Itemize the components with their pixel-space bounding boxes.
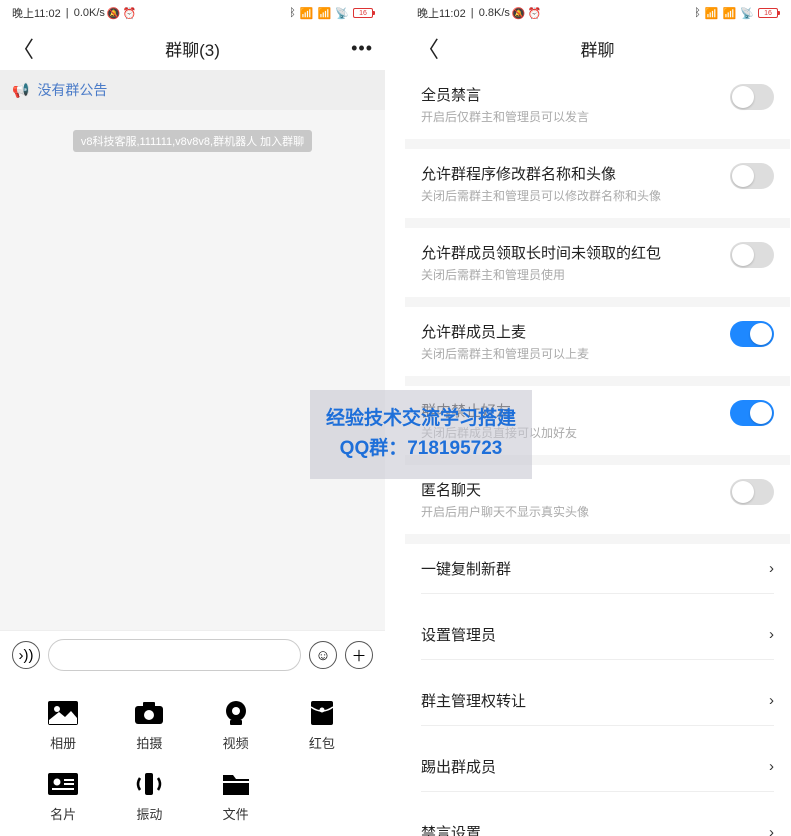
battery-icon: 16 <box>758 8 778 18</box>
bluetooth-icon: ᛒ <box>694 7 701 19</box>
setting-title: 匿名聊天 <box>421 479 730 500</box>
attach-label: 视频 <box>223 733 249 752</box>
battery-icon: 16 <box>353 8 373 18</box>
nav-title: 群聊 <box>581 36 615 61</box>
nav-bar: 〈 群聊 <box>405 26 790 70</box>
attach-label: 红包 <box>309 733 335 752</box>
setting-sub: 开启后仅群主和管理员可以发言 <box>421 108 730 125</box>
setting-title: 设置管理员 <box>421 624 496 645</box>
emoji-button[interactable]: ☺ <box>309 641 337 669</box>
action-row[interactable]: 群主管理权转让 › <box>405 676 790 725</box>
setting-title: 允许群成员上麦 <box>421 321 730 342</box>
setting-title: 全员禁言 <box>421 84 730 105</box>
input-area: ›)) ☺ ＋ <box>0 630 385 679</box>
attach-label: 振动 <box>136 804 162 823</box>
setting-sub: 关闭后需群主和管理员可以修改群名称和头像 <box>421 187 730 204</box>
chat-body: v8科技客服,111111,v8v8v8,群机器人 加入群聊 <box>0 110 385 630</box>
mute-icon: 🔕 <box>512 7 526 20</box>
bluetooth-icon: ᛒ <box>289 7 296 19</box>
vibrate-icon <box>131 768 167 800</box>
attach-label: 文件 <box>223 804 249 823</box>
chevron-right-icon: › <box>769 758 774 775</box>
plus-button[interactable]: ＋ <box>345 641 373 669</box>
attach-label: 相册 <box>50 733 76 752</box>
setting-sub: 关闭后需群主和管理员使用 <box>421 266 730 283</box>
action-row[interactable]: 踢出群成员 › <box>405 742 790 791</box>
announcement-bar[interactable]: 📢 没有群公告 <box>0 70 385 110</box>
setting-title: 踢出群成员 <box>421 756 496 777</box>
mute-icon: 🔕 <box>107 7 121 20</box>
speed-text: 0.8K/s <box>479 7 510 19</box>
setting-title: 群主管理权转让 <box>421 690 526 711</box>
attach-image[interactable]: 相册 <box>20 689 106 760</box>
action-row[interactable]: 禁言设置 › <box>405 808 790 836</box>
more-icon[interactable]: ••• <box>351 38 373 59</box>
chevron-right-icon: › <box>769 824 774 836</box>
attach-label: 名片 <box>50 804 76 823</box>
toggle-row: 全员禁言开启后仅群主和管理员可以发言 <box>405 70 790 139</box>
message-input[interactable] <box>48 639 301 671</box>
toggle-row: 允许群成员上麦关闭后需群主和管理员可以上麦 <box>405 307 790 376</box>
time-text: 晚上11:02 <box>12 5 61 21</box>
speed-text: 0.0K/s <box>74 7 105 19</box>
attach-redpacket[interactable]: 红包 <box>279 689 365 760</box>
file-icon <box>218 768 254 800</box>
status-bar: 晚上11:02 | 0.8K/s 🔕 ⏰ ᛒ 📶 📶 📡 16 <box>405 0 790 26</box>
camera-icon <box>131 697 167 729</box>
watermark-line1: 经验技术交流学习搭建 <box>326 404 516 434</box>
back-icon[interactable]: 〈 <box>417 32 439 64</box>
alarm-icon: ⏰ <box>123 7 137 20</box>
attach-label: 拍摄 <box>136 733 162 752</box>
chevron-right-icon: › <box>769 626 774 643</box>
setting-title: 允许群成员领取长时间未领取的红包 <box>421 242 730 263</box>
signal2-icon: 📶 <box>723 7 737 20</box>
toggle-row: 允许群程序修改群名称和头像关闭后需群主和管理员可以修改群名称和头像 <box>405 149 790 218</box>
wifi-icon: 📡 <box>335 7 349 20</box>
back-icon[interactable]: 〈 <box>12 32 34 64</box>
redpacket-icon <box>304 697 340 729</box>
alarm-icon: ⏰ <box>528 7 542 20</box>
announcement-text: 没有群公告 <box>37 80 107 100</box>
setting-title: 一键复制新群 <box>421 558 511 579</box>
attach-video[interactable]: 视频 <box>193 689 279 760</box>
attach-card[interactable]: 名片 <box>20 760 106 831</box>
signal2-icon: 📶 <box>318 7 332 20</box>
wifi-icon: 📡 <box>740 7 754 20</box>
horn-icon: 📢 <box>12 82 29 99</box>
watermark-line2: QQ群：718195723 <box>326 434 516 464</box>
image-icon <box>45 697 81 729</box>
toggle-switch[interactable] <box>730 321 774 347</box>
attachment-grid: 相册 拍摄 视频 红包名片 振动 文件 <box>0 679 385 836</box>
nav-bar: 〈 群聊(3) ••• <box>0 26 385 70</box>
setting-sub: 开启后用户聊天不显示真实头像 <box>421 503 730 520</box>
system-message: v8科技客服,111111,v8v8v8,群机器人 加入群聊 <box>73 130 312 152</box>
voice-button[interactable]: ›)) <box>12 641 40 669</box>
chevron-right-icon: › <box>769 692 774 709</box>
signal-icon: 📶 <box>705 7 719 20</box>
attach-vibrate[interactable]: 振动 <box>106 760 192 831</box>
toggle-switch[interactable] <box>730 479 774 505</box>
time-text: 晚上11:02 <box>417 5 466 21</box>
setting-sub: 关闭后需群主和管理员可以上麦 <box>421 345 730 362</box>
signal-icon: 📶 <box>300 7 314 20</box>
watermark: 经验技术交流学习搭建 QQ群：718195723 <box>310 390 532 479</box>
status-bar: 晚上11:02 | 0.0K/s 🔕 ⏰ ᛒ 📶 📶 📡 16 <box>0 0 385 26</box>
attach-camera[interactable]: 拍摄 <box>106 689 192 760</box>
nav-title: 群聊(3) <box>165 36 220 61</box>
action-row[interactable]: 一键复制新群 › <box>405 544 790 593</box>
action-row[interactable]: 设置管理员 › <box>405 610 790 659</box>
toggle-switch[interactable] <box>730 400 774 426</box>
toggle-switch[interactable] <box>730 84 774 110</box>
setting-title: 允许群程序修改群名称和头像 <box>421 163 730 184</box>
setting-title: 禁言设置 <box>421 822 481 836</box>
attach-file[interactable]: 文件 <box>193 760 279 831</box>
chevron-right-icon: › <box>769 560 774 577</box>
card-icon <box>45 768 81 800</box>
toggle-switch[interactable] <box>730 163 774 189</box>
toggle-row: 允许群成员领取长时间未领取的红包关闭后需群主和管理员使用 <box>405 228 790 297</box>
video-icon <box>218 697 254 729</box>
toggle-switch[interactable] <box>730 242 774 268</box>
